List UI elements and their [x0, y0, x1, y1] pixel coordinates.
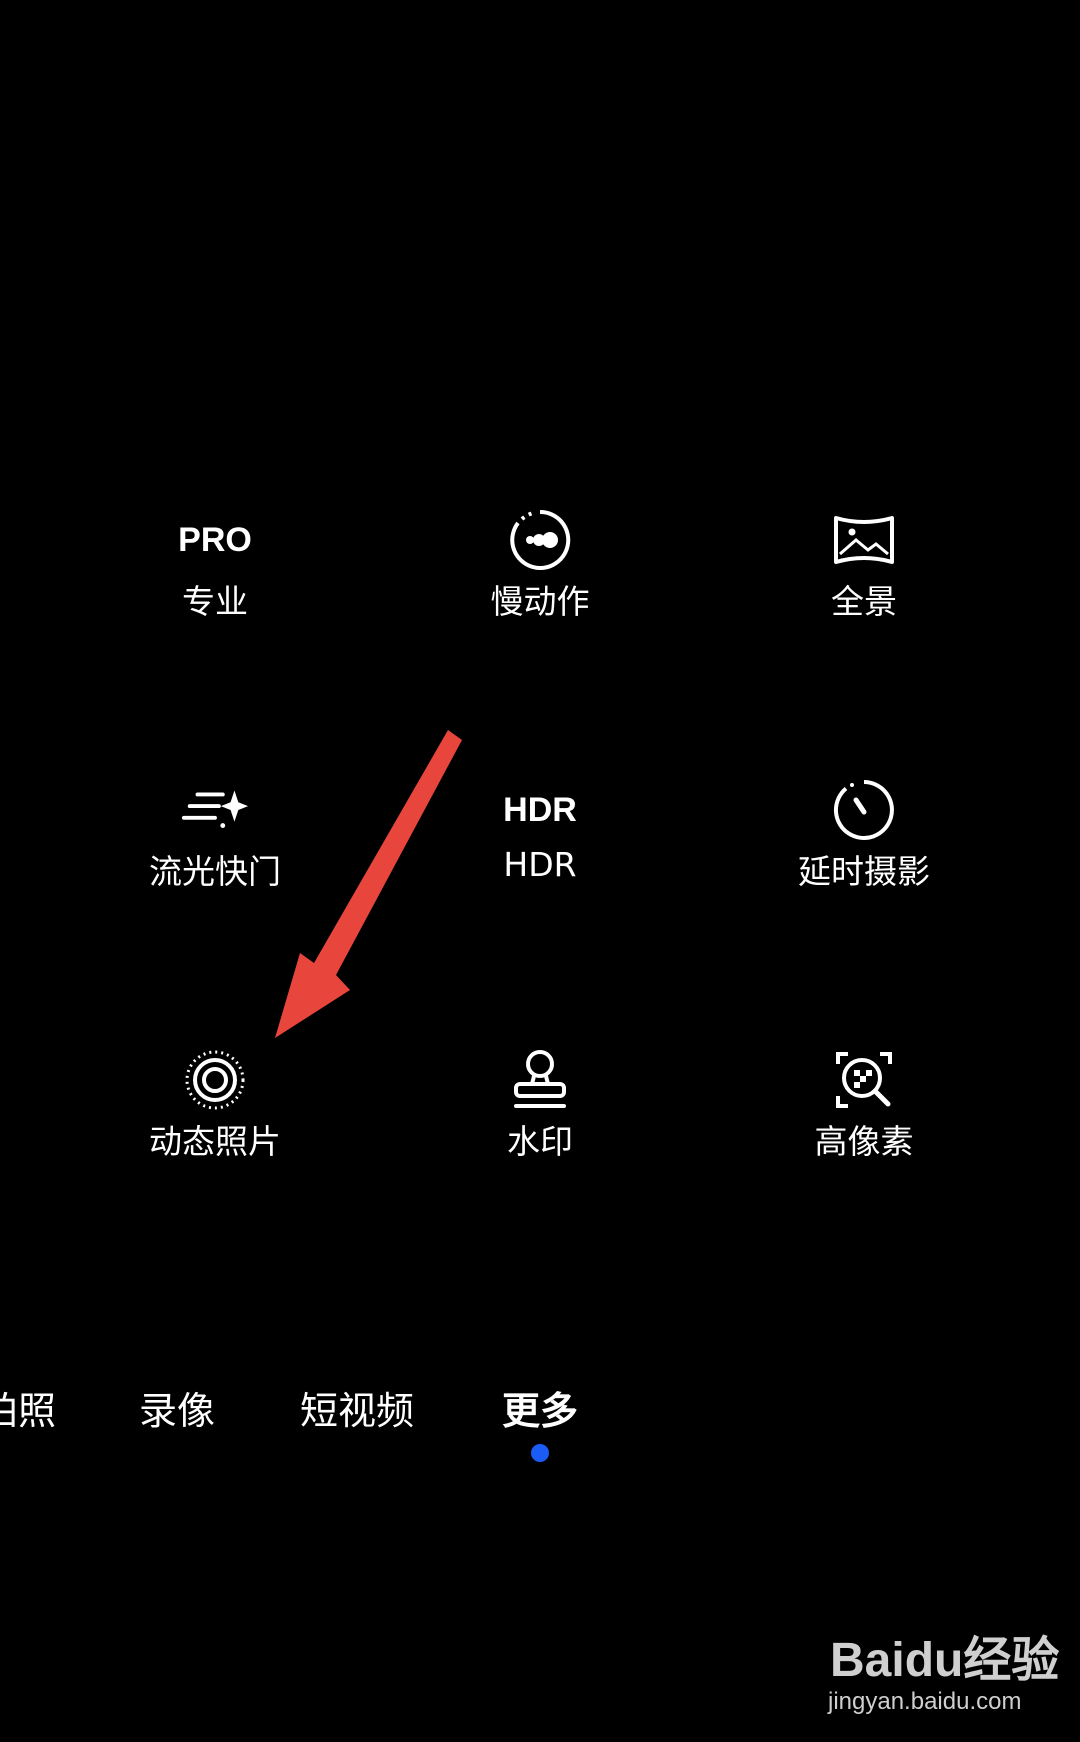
tab-photo[interactable]: 拍照 — [0, 1380, 56, 1435]
tab-short-video[interactable]: 短视频 — [300, 1380, 414, 1435]
baidu-watermark: Baidu经验 jingyan.baidu.com — [824, 1620, 1064, 1730]
watermark-logo: Baidu经验 — [830, 1634, 1060, 1687]
watermark-url: jingyan.baidu.com — [828, 1688, 1022, 1715]
mode-tab-bar: 拍照 录像 短视频 更多 — [0, 1380, 1080, 1440]
tab-more[interactable]: 更多 — [502, 1380, 578, 1435]
tab-video[interactable]: 录像 — [139, 1380, 215, 1435]
active-tab-indicator — [531, 1444, 549, 1462]
annotation-arrow-icon — [275, 730, 462, 1038]
